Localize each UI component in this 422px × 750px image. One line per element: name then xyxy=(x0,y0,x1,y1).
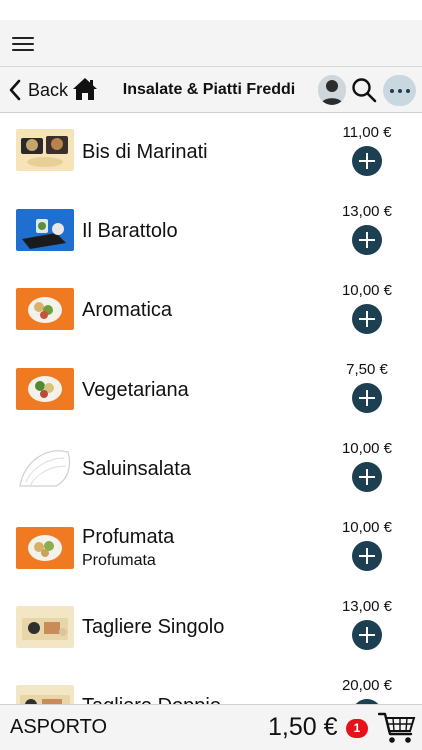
cart-total: 1,50 € xyxy=(268,713,338,741)
product-image xyxy=(16,606,74,648)
add-to-cart-button[interactable] xyxy=(352,146,382,176)
menu-bar xyxy=(0,20,422,67)
product-image xyxy=(16,129,74,171)
product-image xyxy=(16,288,74,330)
product-price: 20,00 € xyxy=(341,677,393,694)
add-to-cart-button[interactable] xyxy=(352,620,382,650)
list-item: Aromatica 10,00 € xyxy=(0,271,422,350)
product-name: Aromatica xyxy=(82,299,173,321)
add-to-cart-button[interactable] xyxy=(352,225,382,255)
back-button[interactable]: Back xyxy=(8,77,68,103)
product-name: Il Barattolo xyxy=(82,220,178,242)
product-image xyxy=(16,442,74,492)
product-name: Vegetariana xyxy=(82,379,189,401)
add-to-cart-button[interactable] xyxy=(352,304,382,334)
add-to-cart-button[interactable] xyxy=(352,462,382,492)
navigation-bar: Back Insalate & Piatti Freddi xyxy=(0,67,422,113)
list-item: Saluinsalata 10,00 € xyxy=(0,429,422,508)
status-area xyxy=(0,0,422,20)
list-item: Bis di Marinati 11,00 € xyxy=(0,113,422,192)
list-item: Profumata Profumata 10,00 € xyxy=(0,508,422,587)
product-price: 10,00 € xyxy=(341,282,393,299)
list-item: Vegetariana 7,50 € xyxy=(0,350,422,429)
product-price: 13,00 € xyxy=(341,598,393,615)
product-list: Bis di Marinati 11,00 € Il Barattolo 13,… xyxy=(0,113,422,704)
product-name: Tagliere Singolo xyxy=(82,616,225,638)
list-item: Tagliere Singolo 13,00 € xyxy=(0,587,422,666)
user-avatar-icon[interactable] xyxy=(318,75,346,105)
product-image xyxy=(16,527,74,569)
product-name: Saluinsalata xyxy=(82,458,191,480)
product-image xyxy=(16,209,74,251)
home-icon[interactable] xyxy=(72,76,98,102)
product-name: Profumata xyxy=(82,526,175,548)
add-to-cart-button[interactable] xyxy=(352,383,382,413)
product-price: 7,50 € xyxy=(346,361,388,378)
list-item: Il Barattolo 13,00 € xyxy=(0,192,422,271)
chevron-left-icon xyxy=(9,79,21,101)
hamburger-menu-icon[interactable] xyxy=(12,36,36,52)
product-price: 11,00 € xyxy=(342,124,392,141)
order-type-label[interactable]: ASPORTO xyxy=(10,716,107,739)
list-item: Tagliere Doppio 20,00 € xyxy=(0,666,422,704)
product-price: 10,00 € xyxy=(341,519,393,536)
search-icon[interactable] xyxy=(351,77,377,103)
more-options-button[interactable] xyxy=(383,75,416,106)
cart-count-badge: 1 xyxy=(346,719,368,738)
cart-footer: ASPORTO 1,50 € 1 xyxy=(0,704,422,750)
page-title: Insalate & Piatti Freddi xyxy=(122,81,296,98)
product-image xyxy=(16,368,74,410)
product-name: Tagliere Doppio xyxy=(82,695,221,704)
product-image xyxy=(16,685,74,704)
product-subtitle: Profumata xyxy=(82,552,156,569)
product-price: 10,00 € xyxy=(341,440,393,457)
add-to-cart-button[interactable] xyxy=(352,541,382,571)
shopping-cart-icon[interactable] xyxy=(378,711,416,745)
product-name: Bis di Marinati xyxy=(82,141,208,163)
back-label: Back xyxy=(28,79,69,100)
product-price: 13,00 € xyxy=(341,203,393,220)
